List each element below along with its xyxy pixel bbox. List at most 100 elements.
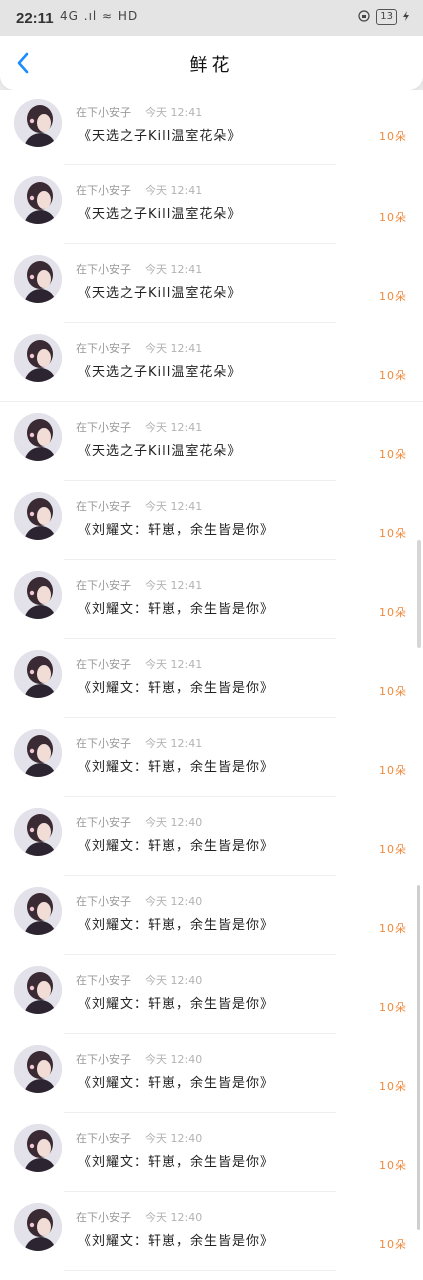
flower-count: 10朵 [379, 1001, 407, 1014]
avatar[interactable] [14, 176, 62, 224]
list-item[interactable]: 在下小安子 今天 12:41 《刘耀文：轩崽，余生皆是你》 10朵 [0, 560, 423, 639]
timestamp: 今天 12:40 [145, 1053, 203, 1066]
lock-rotation-icon [358, 9, 370, 25]
username: 在下小安子 [76, 658, 131, 671]
status-time: 22:11 [16, 10, 54, 27]
record-meta: 在下小安子 今天 12:41 [76, 419, 202, 435]
timestamp: 今天 12:41 [145, 421, 203, 434]
avatar[interactable] [14, 887, 62, 935]
list-item[interactable]: 在下小安子 今天 12:41 《刘耀文：轩崽，余生皆是你》 10朵 [0, 718, 423, 797]
username: 在下小安子 [76, 421, 131, 434]
timestamp: 今天 12:41 [145, 737, 203, 750]
avatar[interactable] [14, 99, 62, 147]
list-item[interactable]: 在下小安子 今天 12:41 《天选之子Kill温室花朵》 10朵 [0, 323, 423, 402]
flower-count: 10朵 [379, 211, 407, 224]
avatar[interactable] [14, 1203, 62, 1251]
flower-record-list[interactable]: 在下小安子 今天 12:41 《天选之子Kill温室花朵》 10朵 在下小安子 今天… [0, 90, 423, 1280]
timestamp: 今天 12:40 [145, 1132, 203, 1145]
flower-count: 10朵 [379, 764, 407, 777]
signal-wifi-icons: 4G .ıl ≈ HD [60, 9, 139, 23]
record-meta: 在下小安子 今天 12:41 [76, 498, 202, 514]
record-meta: 在下小安子 今天 12:40 [76, 1209, 202, 1225]
avatar[interactable] [14, 1045, 62, 1093]
avatar[interactable] [14, 808, 62, 856]
avatar[interactable] [14, 966, 62, 1014]
list-item[interactable]: 在下小安子 今天 12:41 《刘耀文：轩崽，余生皆是你》 10朵 [0, 481, 423, 560]
record-meta: 在下小安子 今天 12:40 [76, 814, 202, 830]
record-meta: 在下小安子 今天 12:41 [76, 261, 202, 277]
gift-title: 《天选之子Kill温室花朵》 [78, 286, 242, 301]
list-item[interactable]: 在下小安子 今天 12:41 《天选之子Kill温室花朵》 10朵 [0, 165, 423, 244]
timestamp: 今天 12:40 [145, 895, 203, 908]
record-meta: 在下小安子 今天 12:40 [76, 1130, 202, 1146]
gift-title: 《刘耀文：轩崽，余生皆是你》 [78, 681, 275, 696]
charging-icon [403, 10, 409, 24]
record-meta: 在下小安子 今天 12:41 [76, 104, 202, 120]
list-item[interactable]: 在下小安子 今天 12:41 《刘耀文：轩崽，余生皆是你》 10朵 [0, 639, 423, 718]
username: 在下小安子 [76, 263, 131, 276]
record-meta: 在下小安子 今天 12:40 [76, 972, 202, 988]
avatar[interactable] [14, 650, 62, 698]
list-item[interactable]: 在下小安子 今天 12:40 《刘耀文：轩崽，余生皆是你》 10朵 [0, 955, 423, 1034]
avatar[interactable] [14, 1124, 62, 1172]
list-item[interactable]: 在下小安子 今天 12:40 《刘耀文：轩崽，余生皆是你》 10朵 [0, 1034, 423, 1113]
divider [64, 1270, 336, 1271]
username: 在下小安子 [76, 816, 131, 829]
flower-count: 10朵 [379, 1159, 407, 1172]
status-bar: 22:11 4G .ıl ≈ HD 13 [0, 0, 423, 36]
gift-title: 《刘耀文：轩崽，余生皆是你》 [78, 997, 275, 1012]
list-item[interactable]: 在下小安子 今天 12:40 《刘耀文：轩崽，余生皆是你》 10朵 [0, 1192, 423, 1271]
flower-count: 10朵 [379, 1238, 407, 1251]
flower-count: 10朵 [379, 130, 407, 143]
avatar[interactable] [14, 571, 62, 619]
username: 在下小安子 [76, 737, 131, 750]
avatar[interactable] [14, 334, 62, 382]
timestamp: 今天 12:40 [145, 1211, 203, 1224]
gift-title: 《刘耀文：轩崽，余生皆是你》 [78, 1076, 275, 1091]
record-meta: 在下小安子 今天 12:41 [76, 656, 202, 672]
avatar[interactable] [14, 255, 62, 303]
gift-title: 《天选之子Kill温室花朵》 [78, 129, 242, 144]
record-meta: 在下小安子 今天 12:41 [76, 735, 202, 751]
gift-title: 《刘耀文：轩崽，余生皆是你》 [78, 523, 275, 538]
timestamp: 今天 12:41 [145, 184, 203, 197]
record-meta: 在下小安子 今天 12:41 [76, 182, 202, 198]
list-item[interactable]: 在下小安子 今天 12:40 《刘耀文：轩崽，余生皆是你》 10朵 [0, 1113, 423, 1192]
gift-title: 《天选之子Kill温室花朵》 [78, 207, 242, 222]
username: 在下小安子 [76, 974, 131, 987]
username: 在下小安子 [76, 895, 131, 908]
list-item[interactable]: 在下小安子 今天 12:40 《刘耀文：轩崽，余生皆是你》 10朵 [0, 797, 423, 876]
username: 在下小安子 [76, 500, 131, 513]
record-meta: 在下小安子 今天 12:41 [76, 340, 202, 356]
status-right: 13 [358, 9, 409, 25]
username: 在下小安子 [76, 184, 131, 197]
timestamp: 今天 12:41 [145, 658, 203, 671]
username: 在下小安子 [76, 1132, 131, 1145]
avatar[interactable] [14, 492, 62, 540]
flower-count: 10朵 [379, 843, 407, 856]
timestamp: 今天 12:40 [145, 974, 203, 987]
record-meta: 在下小安子 今天 12:40 [76, 893, 202, 909]
flower-count: 10朵 [379, 290, 407, 303]
timestamp: 今天 12:41 [145, 579, 203, 592]
avatar[interactable] [14, 729, 62, 777]
record-meta: 在下小安子 今天 12:41 [76, 577, 202, 593]
avatar[interactable] [14, 413, 62, 461]
record-meta: 在下小安子 今天 12:40 [76, 1051, 202, 1067]
username: 在下小安子 [76, 342, 131, 355]
flower-count: 10朵 [379, 448, 407, 461]
timestamp: 今天 12:41 [145, 263, 203, 276]
list-item[interactable]: 在下小安子 今天 12:41 《天选之子Kill温室花朵》 10朵 [0, 402, 423, 481]
gift-title: 《刘耀文：轩崽，余生皆是你》 [78, 918, 275, 933]
side-scroll-handle[interactable] [417, 540, 421, 648]
gift-title: 《刘耀文：轩崽，余生皆是你》 [78, 1234, 275, 1249]
gift-title: 《刘耀文：轩崽，余生皆是你》 [78, 760, 275, 775]
timestamp: 今天 12:40 [145, 816, 203, 829]
scrollbar[interactable] [417, 885, 420, 1230]
list-item[interactable]: 在下小安子 今天 12:41 《天选之子Kill温室花朵》 10朵 [0, 90, 423, 165]
username: 在下小安子 [76, 579, 131, 592]
gift-title: 《刘耀文：轩崽，余生皆是你》 [78, 602, 275, 617]
list-item[interactable]: 在下小安子 今天 12:40 《刘耀文：轩崽，余生皆是你》 10朵 [0, 876, 423, 955]
list-item[interactable]: 在下小安子 今天 12:41 《天选之子Kill温室花朵》 10朵 [0, 244, 423, 323]
username: 在下小安子 [76, 1053, 131, 1066]
